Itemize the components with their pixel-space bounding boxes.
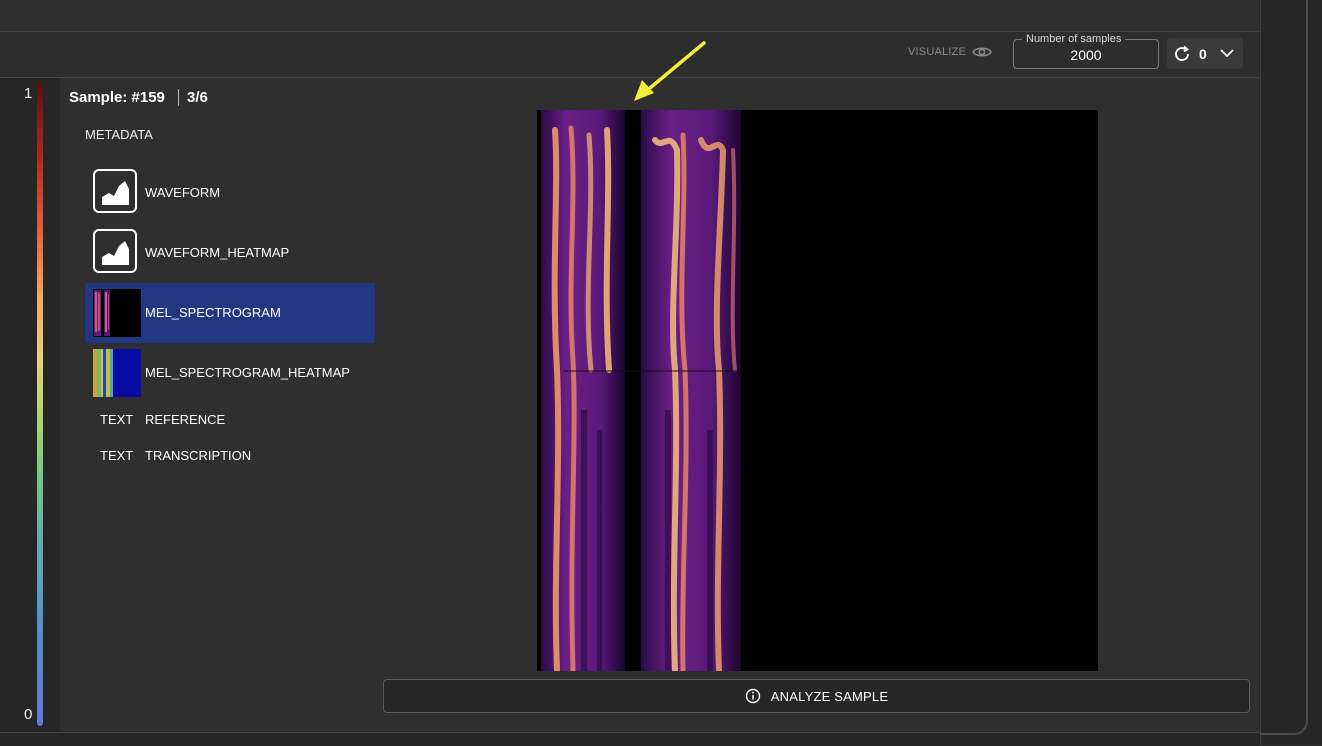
refresh-count: 0 bbox=[1199, 46, 1207, 62]
area-chart-icon bbox=[93, 229, 137, 273]
heatmap-thumbnail bbox=[93, 349, 141, 397]
list-item-reference[interactable]: TEXT REFERENCE bbox=[85, 404, 375, 434]
scale-max-label: 1 bbox=[24, 85, 33, 102]
item-label: WAVEFORM bbox=[145, 185, 221, 200]
item-label: MEL_SPECTROGRAM bbox=[145, 305, 281, 320]
top-bar bbox=[0, 0, 1260, 32]
mel-spectrogram-image bbox=[537, 110, 1098, 671]
item-label: REFERENCE bbox=[145, 412, 226, 427]
eye-icon bbox=[972, 47, 992, 57]
item-label: TRANSCRIPTION bbox=[145, 448, 252, 463]
list-item-mel-spectrogram-heatmap[interactable]: MEL_SPECTROGRAM_HEATMAP bbox=[85, 343, 375, 403]
samples-input-value[interactable]: 2000 bbox=[1013, 47, 1159, 63]
item-label: MEL_SPECTROGRAM_HEATMAP bbox=[145, 365, 350, 380]
refresh-icon[interactable] bbox=[1173, 45, 1191, 63]
metadata-label[interactable]: METADATA bbox=[85, 127, 153, 142]
visualize-button[interactable]: VISUALIZE bbox=[908, 45, 992, 59]
analyze-sample-button[interactable]: ANALYZE SAMPLE bbox=[383, 679, 1250, 713]
list-item-mel-spectrogram[interactable]: MEL_SPECTROGRAM bbox=[85, 283, 375, 343]
sample-index: 3/6 bbox=[187, 89, 208, 106]
analyze-sample-label: ANALYZE SAMPLE bbox=[770, 688, 889, 704]
list-item-transcription[interactable]: TEXT TRANSCRIPTION bbox=[85, 440, 375, 470]
area-chart-icon bbox=[93, 169, 137, 213]
right-panel-border bbox=[1260, 0, 1308, 735]
text-type-label: TEXT bbox=[100, 412, 134, 427]
arrow-annotation bbox=[634, 41, 706, 101]
scale-min-label: 0 bbox=[24, 706, 33, 723]
visualize-label: VISUALIZE bbox=[908, 46, 967, 58]
color-scale-panel bbox=[0, 78, 60, 732]
item-label: WAVEFORM_HEATMAP bbox=[145, 245, 290, 260]
samples-field-label: Number of samples bbox=[1022, 33, 1126, 45]
list-item-waveform-heatmap[interactable]: WAVEFORM_HEATMAP bbox=[85, 223, 375, 283]
list-item-waveform[interactable]: WAVEFORM bbox=[85, 163, 375, 223]
bottom-strip bbox=[0, 732, 1260, 746]
sample-title: Sample: #159 bbox=[69, 89, 165, 106]
chevron-down-icon[interactable] bbox=[1219, 47, 1235, 59]
divider bbox=[178, 89, 179, 106]
color-scale-bar bbox=[37, 82, 43, 726]
text-type-label: TEXT bbox=[100, 448, 134, 463]
info-icon bbox=[745, 688, 760, 704]
spectrogram-thumbnail bbox=[93, 289, 141, 337]
